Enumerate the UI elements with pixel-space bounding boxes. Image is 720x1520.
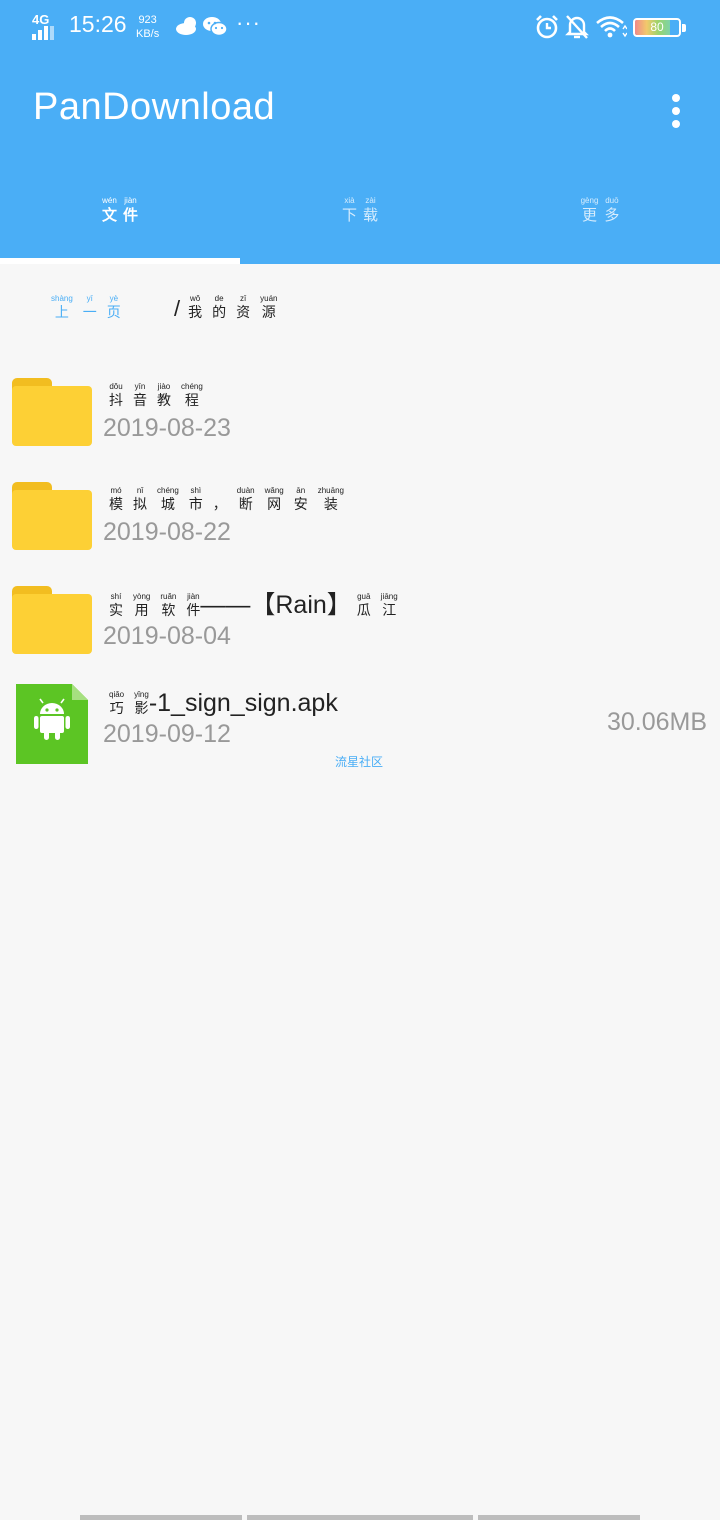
more-notifications-icon: ··· <box>236 10 261 35</box>
battery-level: 80 <box>650 20 664 34</box>
android-apk-icon <box>16 684 88 764</box>
alarm-icon <box>536 15 558 39</box>
tab-downloads[interactable]: xià 下 zài 载 <box>240 196 480 224</box>
list-item-folder[interactable]: mó 模 nǐ 拟 chéng 城 shì 市， duàn 断 wǎng 网 ān 安 zhuāng 装 20… <box>0 482 720 586</box>
cellular-signal-icon: 4G <box>32 12 62 40</box>
network-type: 4G <box>32 12 50 27</box>
file-size: 30.06MB <box>606 708 707 736</box>
network-speed: 923 KB/s <box>136 14 160 40</box>
battery-icon: 80 <box>633 18 681 37</box>
item-date: 2019-09-12 <box>103 720 231 748</box>
item-name: shí 实 yòng 用 ruǎn 软 jiàn 件 ——【Rain】 guā 瓜 jiāng 江 <box>109 591 398 619</box>
list-item-folder[interactable]: dǒu 抖 yīn 音 jiào 教 chéng 程 2019-08-23 <box>0 378 720 482</box>
nav-gesture-bar <box>478 1515 640 1520</box>
mute-bell-icon <box>565 15 589 39</box>
folder-icon <box>12 482 92 550</box>
list-item-folder[interactable]: shí 实 yòng 用 ruǎn 软 jiàn 件 ——【Rain】 guā 瓜 jiāng 江 20… <box>0 586 720 690</box>
watermark-text: 流星社区 <box>335 755 384 769</box>
item-name: mó 模 nǐ 拟 chéng 城 shì 市， duàn 断 wǎng 网 ān 安 zhuāng 装 <box>109 486 344 513</box>
item-name: dǒu 抖 yīn 音 jiào 教 chéng 程 <box>109 382 203 409</box>
status-time: 15:26 <box>69 11 127 37</box>
nav-gesture-bar <box>80 1515 242 1520</box>
battery-tip-icon <box>682 24 686 32</box>
tab-files[interactable]: wén 文 jiàn 件 <box>0 196 240 224</box>
app-title: PanDownload <box>33 86 276 128</box>
item-date: 2019-08-23 <box>103 414 231 442</box>
tab-bar: wén 文 jiàn 件 xià 下 zài 载 gèng 更 duō 多 <box>0 190 720 264</box>
status-bar: 4G 15:26 923 KB/s ··· 80 <box>0 0 720 56</box>
nav-gesture-bar <box>247 1515 473 1520</box>
tab-indicator <box>0 258 240 264</box>
tab-more[interactable]: gèng 更 duō 多 <box>480 196 720 224</box>
wechat-icon <box>203 17 227 37</box>
wifi-icon <box>596 16 627 38</box>
weather-cloud-icon <box>176 17 196 35</box>
overflow-menu-icon[interactable] <box>666 94 686 132</box>
list-item-file[interactable]: qiǎo 巧 yǐng 影 -1_sign_sign.apk 2019-09-12 30… <box>0 684 720 788</box>
item-date: 2019-08-22 <box>103 518 231 546</box>
folder-icon <box>12 586 92 654</box>
item-date: 2019-08-04 <box>103 622 231 650</box>
breadcrumb-separator: / <box>174 296 181 321</box>
previous-page-link[interactable]: shàng 上 yī 一 yè 页 <box>46 294 126 322</box>
folder-icon <box>12 378 92 446</box>
app-header: 4G 15:26 923 KB/s ··· 80 PanDownload wén… <box>0 0 720 264</box>
item-name: qiǎo 巧 yǐng 影 -1_sign_sign.apk <box>109 689 338 717</box>
breadcrumb: / wǒ 我 de 的 zī 资 yuán 源 <box>174 294 278 321</box>
